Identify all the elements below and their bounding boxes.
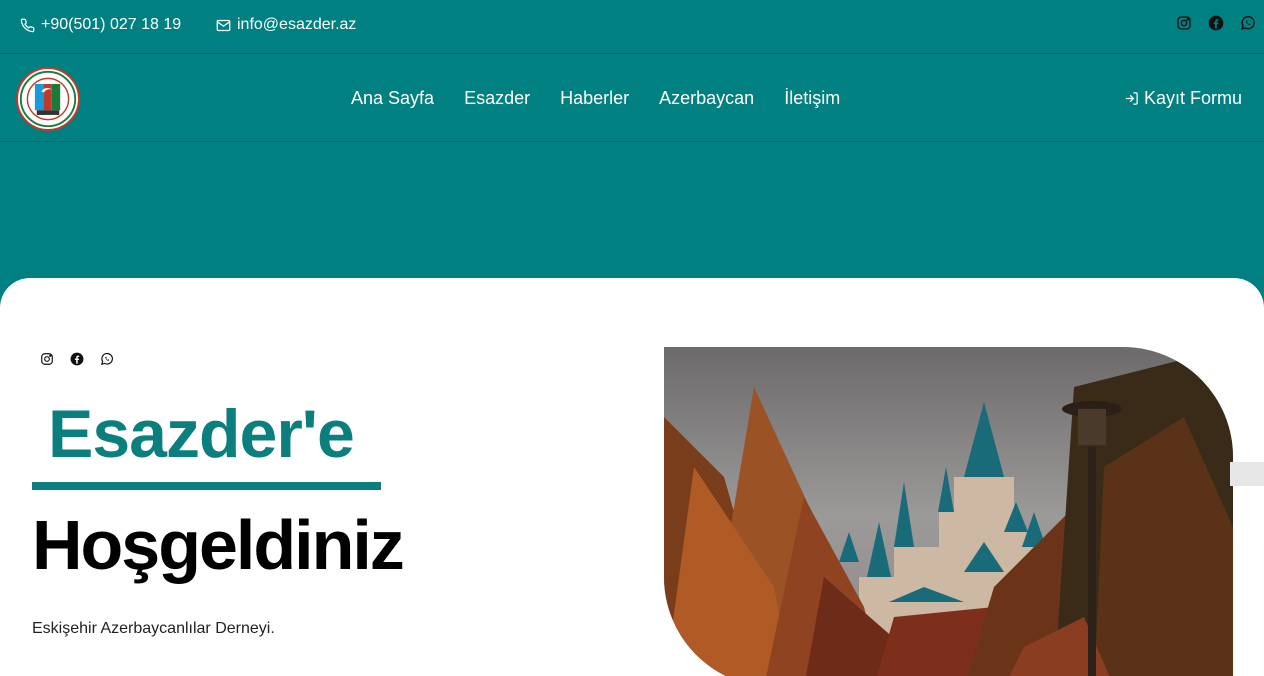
nav-link-haberler[interactable]: Haberler <box>560 88 629 109</box>
castle-photo <box>664 347 1233 676</box>
nav-link-azerbaycan[interactable]: Azerbaycan <box>659 88 754 109</box>
top-bar: +90(501) 027 18 19 info@esazder.az <box>0 0 1264 54</box>
register-label: Kayıt Formu <box>1143 88 1242 108</box>
hero-subtitle: Hoşgeldiniz <box>32 506 405 584</box>
instagram-icon[interactable] <box>40 352 54 366</box>
whatsapp-icon[interactable] <box>1240 15 1256 31</box>
logo-emblem <box>19 70 77 128</box>
esazder-logo[interactable] <box>16 67 80 131</box>
email-address: info@esazder.az <box>237 16 357 33</box>
title-underline <box>32 482 381 490</box>
email-contact[interactable]: info@esazder.az <box>216 16 356 34</box>
facebook-icon[interactable] <box>70 352 84 366</box>
phone-number: +90(501) 027 18 19 <box>41 16 182 33</box>
whatsapp-icon[interactable] <box>100 352 114 366</box>
nav-links: Ana Sayfa Esazder Haberler Azerbaycan İl… <box>351 88 840 109</box>
facebook-icon[interactable] <box>1208 15 1224 31</box>
hero-title: Esazder'e <box>48 396 355 472</box>
instagram-icon[interactable] <box>1176 15 1192 31</box>
top-social-links <box>1176 15 1256 31</box>
phone-icon <box>20 18 35 32</box>
side-scroll-tab[interactable] <box>1230 462 1264 486</box>
main-content: Esazder'e Hoşgeldiniz Eskişehir Azerbayc… <box>0 278 1264 676</box>
hero-social-links <box>40 352 114 366</box>
nav-link-ana-sayfa[interactable]: Ana Sayfa <box>351 88 434 109</box>
register-button[interactable]: Kayıt Formu <box>1124 88 1242 109</box>
nav-link-esazder[interactable]: Esazder <box>464 88 530 109</box>
nav-link-iletisim[interactable]: İletişim <box>784 88 840 109</box>
login-icon <box>1125 92 1138 105</box>
castle-illustration <box>664 347 1233 676</box>
mail-icon <box>216 19 231 31</box>
hero-description: Eskişehir Azerbaycanlılar Derneyi. <box>32 620 275 637</box>
phone-contact[interactable]: +90(501) 027 18 19 <box>20 16 181 34</box>
main-navbar: Ana Sayfa Esazder Haberler Azerbaycan İl… <box>0 55 1264 142</box>
